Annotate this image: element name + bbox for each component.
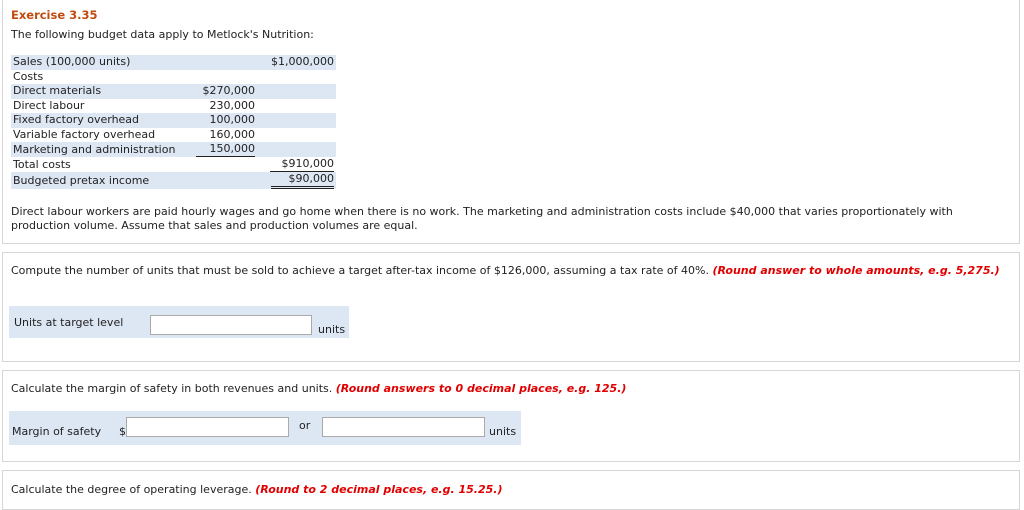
row-mid: 160,000 <box>209 127 256 141</box>
row-right: $910,000 <box>269 157 334 172</box>
rounding-hint: (Round answers to 0 decimal places, e.g.… <box>335 382 627 395</box>
currency-symbol: $ <box>119 425 126 438</box>
answer-box: Margin of safety $ or units <box>9 411 521 445</box>
row-right <box>257 99 336 114</box>
question-panel-1: Compute the number of units that must be… <box>2 252 1020 362</box>
row-mid <box>191 157 257 172</box>
table-row: Budgeted pretax income $90,000 <box>11 172 336 189</box>
row-mid <box>191 70 257 85</box>
question-panel-3: Calculate the degree of operating levera… <box>2 470 1020 510</box>
margin-of-safety-units-input[interactable] <box>322 417 485 437</box>
table-row: Costs <box>11 70 336 85</box>
question-text: Compute the number of units that must be… <box>11 264 1011 278</box>
row-label: Fixed factory overhead <box>11 113 191 128</box>
row-label: Costs <box>13 69 44 83</box>
row-right: $1,000,000 <box>257 55 336 70</box>
units-at-target-input[interactable] <box>150 315 312 335</box>
row-right <box>257 128 336 143</box>
table-row: Direct labour 230,000 <box>11 99 336 114</box>
row-mid: 100,000 <box>191 113 257 128</box>
question-panel-2: Calculate the margin of safety in both r… <box>2 370 1020 462</box>
question-prompt: Calculate the degree of operating levera… <box>11 483 252 496</box>
row-right <box>257 142 336 157</box>
question-prompt: Compute the number of units that must be… <box>11 264 709 277</box>
row-label: Marketing and administration <box>11 142 191 157</box>
table-row: Direct materials $270,000 <box>11 84 336 99</box>
answer-box: Units at target level units <box>9 306 349 338</box>
row-right <box>257 70 336 85</box>
margin-of-safety-dollars-input[interactable] <box>126 417 289 437</box>
row-label: Total costs <box>13 157 71 171</box>
table-row: Sales (100,000 units) $1,000,000 <box>11 55 336 70</box>
row-label: Sales (100,000 units) <box>11 55 191 70</box>
field-label: Margin of safety <box>12 425 102 438</box>
assumption-paragraph: Direct labour workers are paid hourly wa… <box>11 205 953 232</box>
budget-table: Sales (100,000 units) $1,000,000 Costs D… <box>11 55 336 189</box>
unit-label: units <box>489 425 517 438</box>
rounding-hint: (Round to 2 decimal places, e.g. 15.25.) <box>255 483 503 496</box>
row-mid: 230,000 <box>209 98 256 112</box>
row-label: Direct labour <box>13 98 85 112</box>
or-label: or <box>299 419 311 432</box>
row-right: $90,000 <box>270 172 334 189</box>
exercise-title: Exercise 3.35 <box>11 8 98 22</box>
row-mid <box>191 172 257 189</box>
question-prompt: Calculate the margin of safety in both r… <box>11 382 333 395</box>
problem-panel: Exercise 3.35 The following budget data … <box>2 0 1020 244</box>
row-right <box>257 113 336 128</box>
row-label: Budgeted pretax income <box>11 172 191 189</box>
row-label: Variable factory overhead <box>13 127 156 141</box>
field-label: Units at target level <box>14 316 124 329</box>
row-mid: 150,000 <box>195 142 255 157</box>
rounding-hint: (Round answer to whole amounts, e.g. 5,2… <box>712 264 1000 277</box>
intro-text: The following budget data apply to Metlo… <box>11 28 314 41</box>
question-text: Calculate the degree of operating levera… <box>11 483 1011 497</box>
row-right <box>257 84 336 99</box>
table-row: Fixed factory overhead 100,000 <box>11 113 336 128</box>
question-text: Calculate the margin of safety in both r… <box>11 382 1011 396</box>
row-mid: $270,000 <box>191 84 257 99</box>
table-row: Total costs $910,000 <box>11 157 336 172</box>
row-label: Direct materials <box>11 84 191 99</box>
row-mid <box>191 55 257 70</box>
table-row: Marketing and administration 150,000 <box>11 142 336 157</box>
unit-label: units <box>318 323 346 336</box>
table-row: Variable factory overhead 160,000 <box>11 128 336 143</box>
